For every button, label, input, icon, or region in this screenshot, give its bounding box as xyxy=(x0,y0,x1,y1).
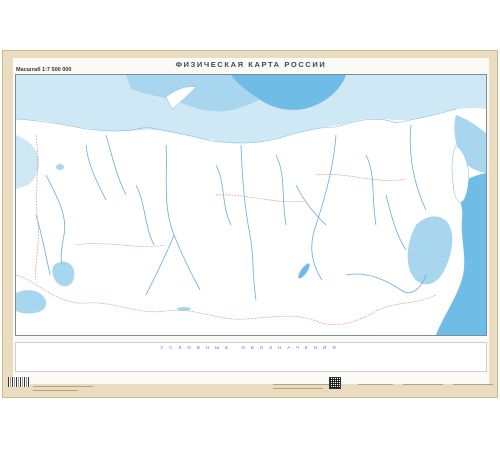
footer-text-line xyxy=(358,384,393,385)
footer-text-line xyxy=(453,384,493,385)
map-area xyxy=(15,74,487,336)
wall-map-poster: ФИЗИЧЕСКАЯ КАРТА РОССИИ Масштаб 1:7 500 … xyxy=(2,50,498,398)
qr-code xyxy=(329,377,341,389)
map-footer xyxy=(13,376,493,402)
footer-text-line xyxy=(273,384,333,385)
footer-text-line xyxy=(33,386,93,387)
barcode xyxy=(8,377,30,387)
map-legend: УСЛОВНЫЕ ОБОЗНАЧЕНИЯ xyxy=(15,342,487,372)
map-scale: Масштаб 1:7 500 000 xyxy=(16,67,72,73)
footer-text-line xyxy=(273,388,323,389)
map-sheet: ФИЗИЧЕСКАЯ КАРТА РОССИИ Масштаб 1:7 500 … xyxy=(13,58,493,391)
footer-text-line xyxy=(403,384,443,385)
map-title: ФИЗИЧЕСКАЯ КАРТА РОССИИ xyxy=(175,60,327,69)
legend-title: УСЛОВНЫЕ ОБОЗНАЧЕНИЯ xyxy=(160,345,342,350)
lake-ladoga xyxy=(56,164,64,170)
physical-map-svg xyxy=(16,75,486,335)
footer-text-line xyxy=(33,390,78,391)
